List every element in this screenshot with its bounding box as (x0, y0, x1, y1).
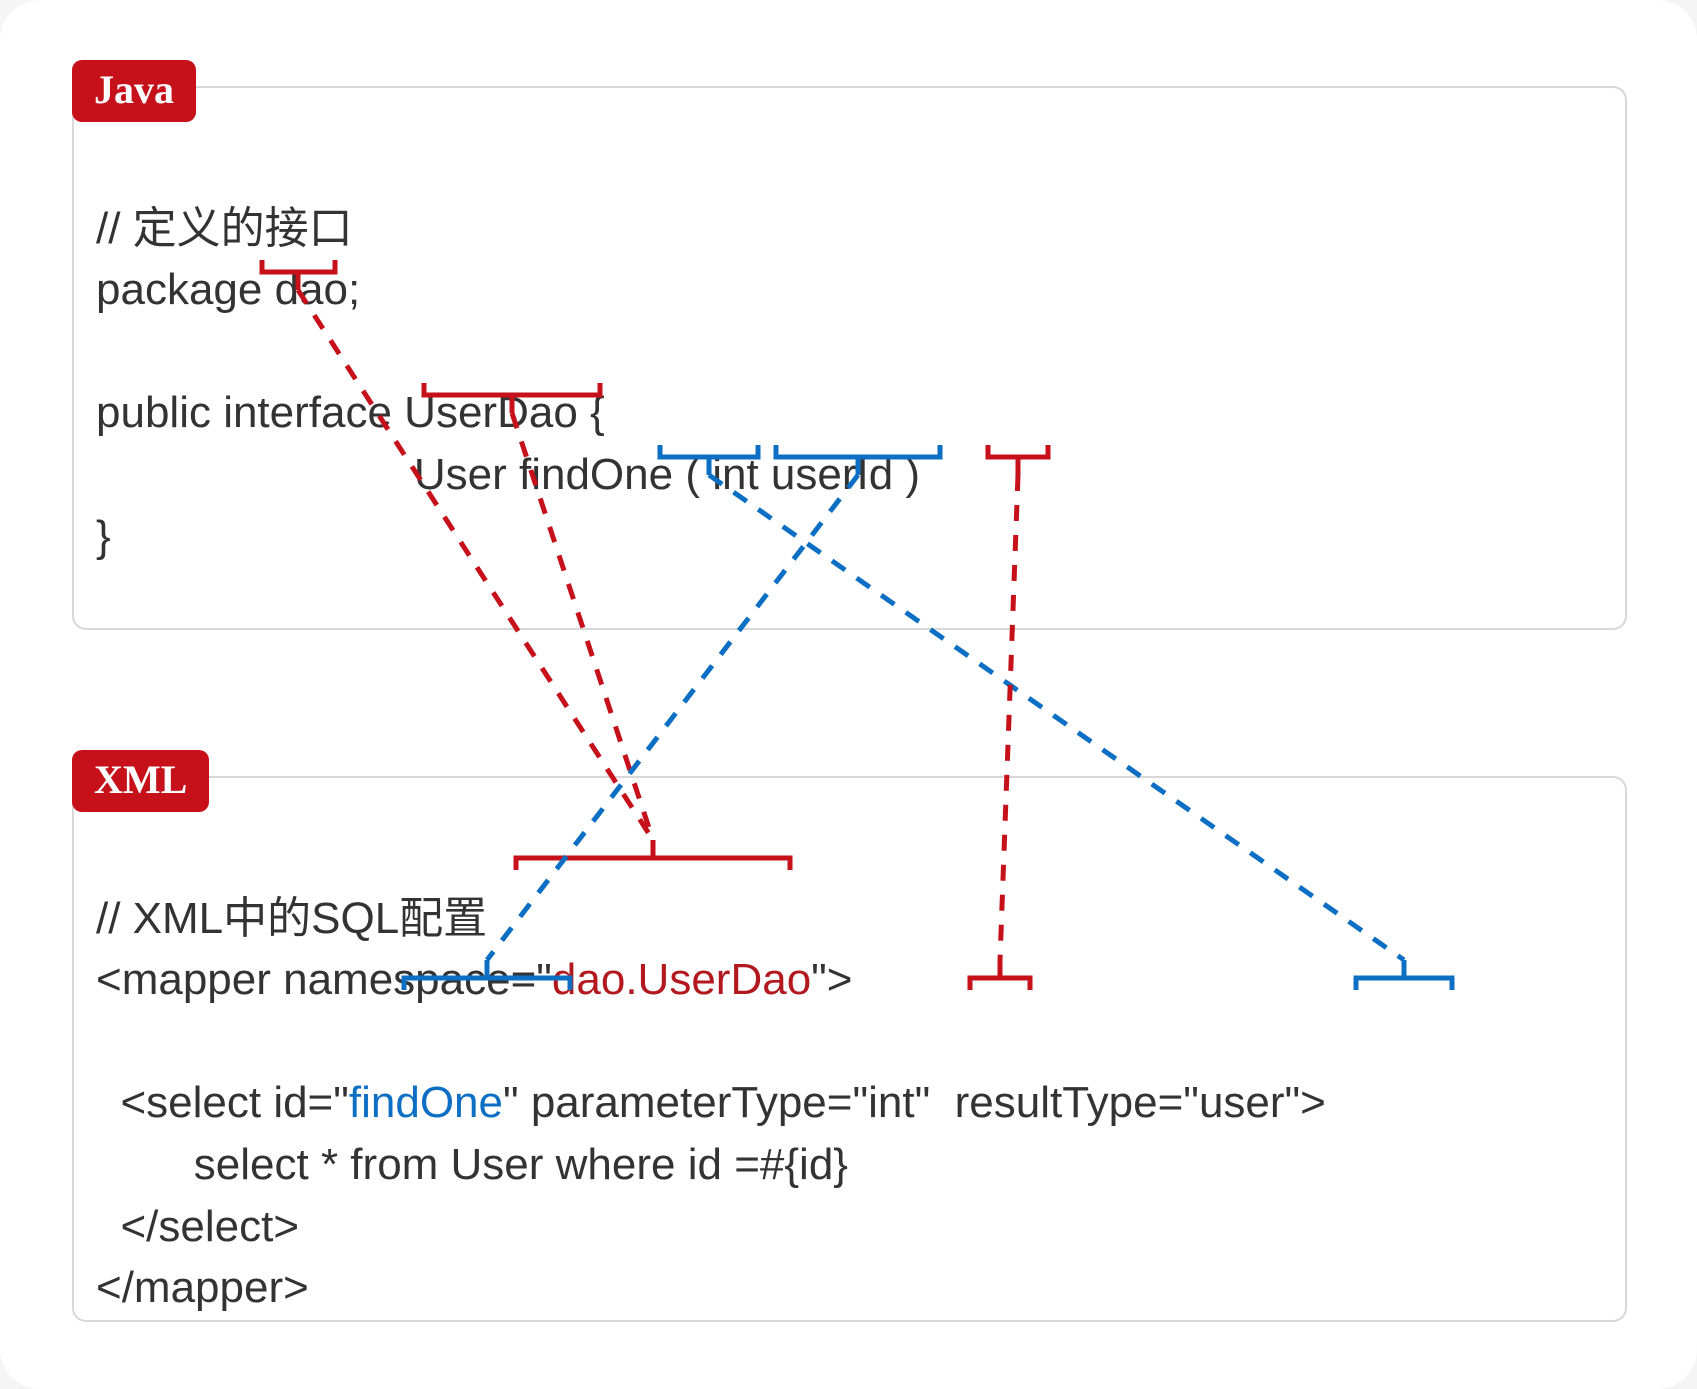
xml-select-open1: <select id=" (120, 1078, 348, 1127)
xml-code-box: XML // XML中的SQL配置 <mapper namespace="dao… (72, 776, 1627, 1322)
java-param-type: int (712, 450, 758, 499)
xml-select-open4: "> (1285, 1078, 1326, 1127)
xml-select-open3: " resultType=" (915, 1078, 1199, 1127)
java-code-box: Java // 定义的接口 package dao; public interf… (72, 86, 1627, 630)
java-comment: // 定义的接口 (96, 204, 353, 253)
java-method-name: findOne (519, 450, 673, 499)
java-close-brace: } (96, 512, 111, 561)
xml-tag: XML (72, 750, 209, 812)
xml-select-close: </select> (120, 1202, 299, 1251)
xml-id: findOne (349, 1078, 503, 1127)
java-method-rest: userId ) (759, 450, 920, 499)
xml-result-type: user (1199, 1078, 1285, 1127)
java-interface-decl: public interface UserDao { (96, 388, 605, 437)
xml-mapper-close: </mapper> (96, 1263, 309, 1312)
xml-mapper-open1: <mapper namespace=" (96, 955, 552, 1004)
java-method-indent (96, 450, 414, 499)
xml-comment: // XML中的SQL配置 (96, 894, 487, 943)
xml-select-open2: " parameterType=" (503, 1078, 868, 1127)
java-package-keyword: package (96, 265, 275, 314)
xml-parameter-type: int (868, 1078, 914, 1127)
java-tag: Java (72, 60, 196, 122)
diagram-canvas: Java // 定义的接口 package dao; public interf… (0, 0, 1697, 1389)
xml-namespace: dao.UserDao (552, 955, 811, 1004)
java-package-name: dao (275, 265, 348, 314)
xml-sql: select * from User where id =#{id} (194, 1140, 848, 1189)
xml-mapper-open2: "> (811, 955, 852, 1004)
java-return-type: User (414, 450, 507, 499)
java-package-semi: ; (348, 265, 360, 314)
